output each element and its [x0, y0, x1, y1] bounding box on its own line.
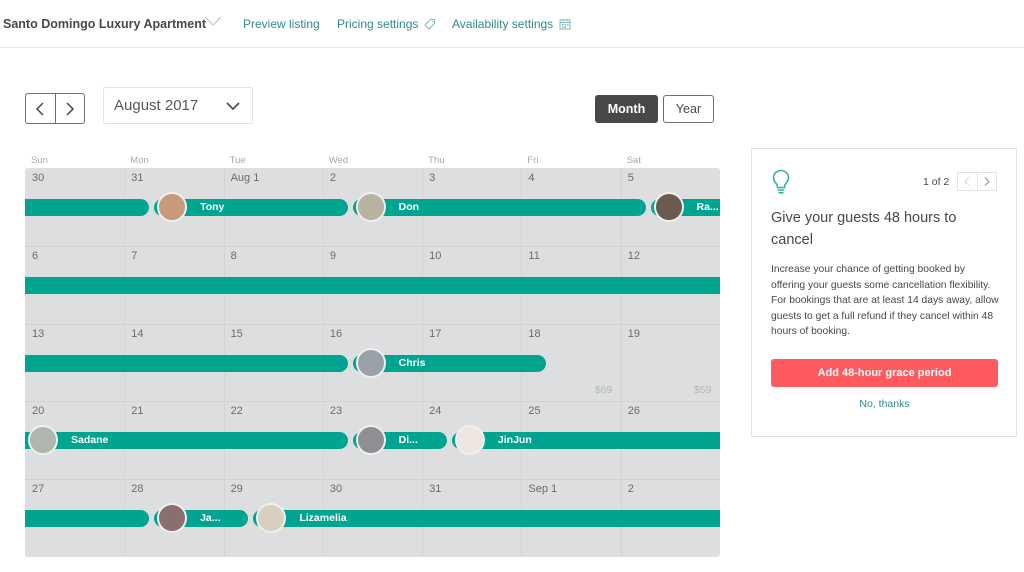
tip-body: Increase your chance of getting booked b…: [771, 264, 999, 338]
chevron-right-icon: [66, 101, 74, 116]
month-select-value: August 2017: [114, 97, 199, 114]
month-select[interactable]: August 2017: [103, 87, 253, 124]
prev-month-button[interactable]: [26, 94, 55, 123]
reservation-bar[interactable]: [25, 510, 150, 528]
lightbulb-icon: [772, 169, 790, 194]
guest-avatar[interactable]: [355, 192, 386, 222]
top-nav: Santo Domingo Luxury Apartment Preview l…: [0, 0, 1024, 48]
preview-listing-link[interactable]: Preview listing: [243, 17, 320, 31]
day-number: 29: [230, 483, 243, 496]
day-number: 17: [429, 327, 442, 340]
day-number: 8: [230, 249, 237, 262]
tip-card: 1 of 2 Give your guests 48 hours to canc…: [751, 148, 1017, 437]
tag-icon: [424, 19, 436, 30]
day-number: 26: [627, 405, 640, 418]
no-thanks-link[interactable]: No, thanks: [771, 398, 998, 410]
guest-avatar[interactable]: [355, 425, 386, 456]
day-number: 10: [429, 249, 442, 262]
reservation-bar[interactable]: [25, 276, 720, 294]
tip-next-button[interactable]: [976, 173, 997, 190]
reservation-bar[interactable]: [25, 354, 348, 372]
day-number: 2: [627, 483, 634, 496]
guest-name: Ra...: [696, 201, 719, 213]
day-number: 31: [131, 172, 144, 184]
guest-name: Tony: [200, 201, 225, 213]
calendar-icon: [559, 19, 571, 30]
availability-settings-link[interactable]: Availability settings: [452, 17, 571, 31]
day-number: Sep 1: [528, 483, 558, 496]
day-number: 25: [528, 405, 541, 418]
weekday-label: Thu: [428, 155, 445, 166]
day-number: 27: [32, 483, 45, 496]
listing-title[interactable]: Santo Domingo Luxury Apartment: [3, 17, 206, 31]
guest-name: JinJun: [497, 434, 532, 447]
availability-settings-label: Availability settings: [452, 17, 554, 31]
day-number: 4: [528, 172, 535, 184]
day-number: 2: [329, 172, 336, 184]
day-number: 11: [528, 249, 540, 262]
chevron-down-icon[interactable]: [204, 14, 222, 28]
day-number: 21: [131, 405, 144, 418]
nightly-price: $69: [594, 384, 613, 397]
day-number: 24: [429, 405, 442, 418]
guest-avatar[interactable]: [157, 192, 188, 222]
chevron-down-icon: [226, 102, 240, 111]
day-number: 14: [131, 327, 144, 340]
reservation-bar[interactable]: [352, 199, 646, 216]
day-number: 20: [32, 405, 45, 418]
chevron-left-icon: [36, 101, 44, 116]
day-number: 13: [32, 327, 45, 340]
day-number: Aug 1: [230, 172, 260, 184]
day-number: 31: [429, 483, 442, 496]
day-number: 19: [627, 327, 640, 340]
guest-avatar[interactable]: [355, 347, 386, 378]
chevron-left-icon: [964, 177, 970, 186]
preview-listing-label: Preview listing: [243, 17, 320, 31]
day-number: 3: [429, 172, 436, 184]
day-number: 28: [131, 483, 144, 496]
next-month-button[interactable]: [54, 94, 85, 123]
day-number: 30: [32, 172, 45, 184]
guest-name: Chris: [398, 356, 426, 369]
add-grace-period-button[interactable]: Add 48-hour grace period: [771, 359, 998, 387]
day-number: 16: [329, 327, 343, 340]
day-number: 15: [230, 327, 243, 340]
reservation-bar[interactable]: [25, 199, 150, 216]
day-number: 23: [329, 405, 343, 418]
month-view-button[interactable]: Month: [595, 95, 658, 123]
calendar-grid: 30 31 Aug 1 2 3 4 5 6 7 8 9 10 11 12 13 14 15 16 17 18 19 20 2…: [25, 168, 720, 557]
pricing-settings-label: Pricing settings: [337, 17, 419, 31]
year-view-button[interactable]: Year: [663, 95, 714, 123]
weekday-label: Sun: [31, 155, 48, 166]
day-number: 22: [230, 405, 243, 418]
day-number: 5: [627, 172, 634, 184]
tip-pager: [957, 172, 997, 191]
guest-name: Sadane: [71, 434, 109, 447]
tip-pager-text: 1 of 2: [923, 176, 950, 188]
weekday-label: Sat: [626, 155, 641, 166]
day-number: 9: [329, 249, 336, 262]
chevron-right-icon: [984, 177, 990, 186]
weekday-label: Wed: [328, 155, 349, 166]
day-number: 30: [329, 483, 343, 496]
weekday-label: Mon: [130, 155, 149, 166]
guest-name: Ja...: [200, 512, 221, 525]
reservation-bar[interactable]: [451, 432, 720, 450]
nightly-price: $59: [694, 384, 712, 397]
day-number: 12: [627, 249, 640, 262]
day-number: 7: [131, 249, 138, 262]
tip-prev-button[interactable]: [958, 173, 977, 190]
tip-title: Give your guests 48 hours to cancel: [771, 210, 957, 248]
weekday-label: Fri: [527, 155, 539, 166]
weekday-label: Tue: [229, 155, 246, 166]
guest-name: Lizamelia: [299, 512, 347, 525]
guest-name: Di...: [398, 434, 418, 447]
day-number: 18: [528, 327, 541, 340]
guest-name: Don: [398, 201, 420, 213]
pricing-settings-link[interactable]: Pricing settings: [337, 17, 436, 31]
day-number: 6: [32, 249, 39, 262]
guest-avatar[interactable]: [653, 192, 684, 222]
month-navigation: [25, 93, 85, 124]
